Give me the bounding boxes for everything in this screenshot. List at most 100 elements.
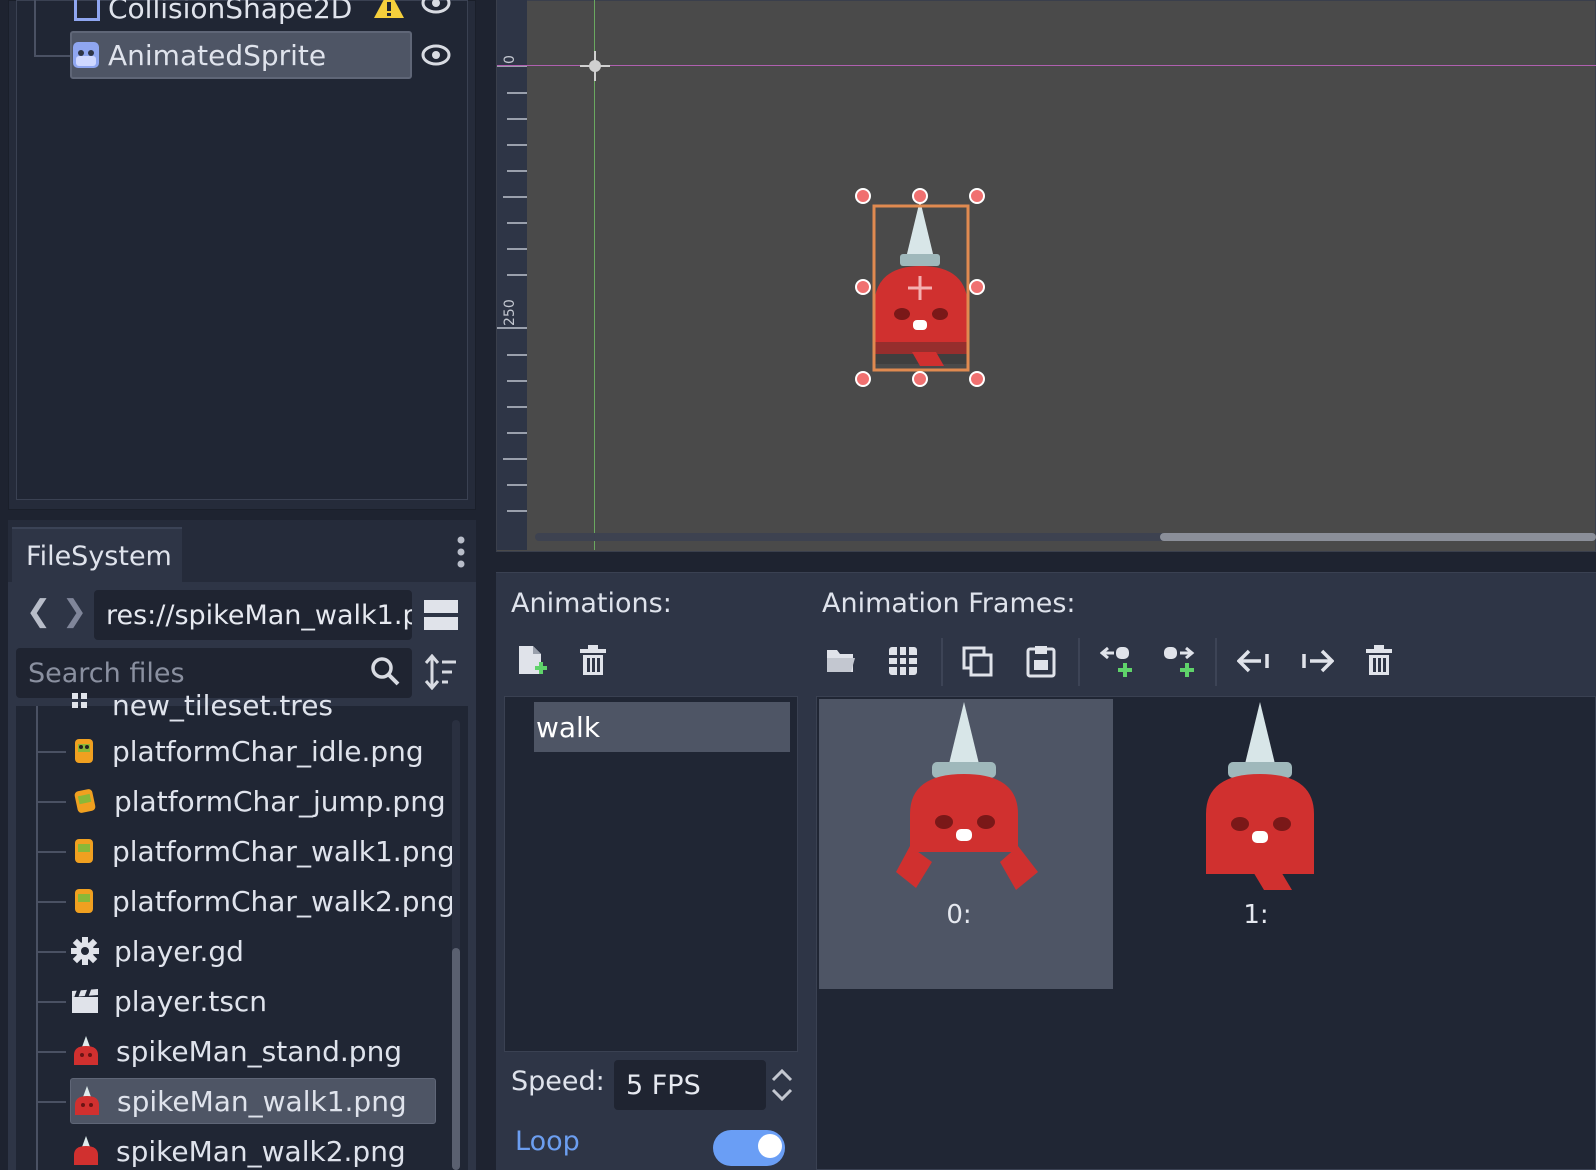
- file-label: spikeMan_walk2.png: [116, 1134, 406, 1168]
- tree-guide-line: [34, 0, 36, 56]
- frame-thumbnail-0: [896, 702, 1038, 890]
- list-item[interactable]: platformChar_walk2.png: [70, 878, 455, 924]
- file-label: platformChar_walk2.png: [112, 884, 455, 918]
- ruler-label: 250: [502, 299, 518, 326]
- insert-empty-after-icon[interactable]: [1162, 644, 1196, 678]
- ruler-tick: [507, 484, 527, 486]
- loop-label: Loop: [515, 1126, 580, 1157]
- file-label: player.gd: [114, 934, 244, 968]
- tileset-icon: [72, 693, 87, 708]
- file-label: platformChar_walk1.png: [112, 834, 455, 868]
- canvas-viewport[interactable]: [496, 0, 1596, 552]
- ruler-tick: [507, 248, 527, 250]
- image-icon: [75, 839, 93, 863]
- tree-guide-line: [36, 1001, 66, 1003]
- image-icon: [74, 789, 96, 813]
- ruler-label: 0: [502, 55, 518, 64]
- new-animation-icon[interactable]: [516, 644, 548, 678]
- tree-guide-line: [36, 951, 66, 953]
- viewport-scroll-thumb[interactable]: [1160, 533, 1596, 541]
- insert-empty-before-icon[interactable]: [1100, 644, 1134, 678]
- file-label: player.tscn: [114, 984, 268, 1018]
- ruler-tick: [507, 170, 527, 172]
- file-label: spikeMan_stand.png: [116, 1034, 403, 1068]
- copy-icon[interactable]: [962, 646, 994, 678]
- move-left-icon[interactable]: [1237, 648, 1271, 674]
- tree-guide-line: [36, 751, 66, 753]
- ruler-tick: [507, 406, 527, 408]
- sort-icon[interactable]: [424, 654, 456, 690]
- visibility-eye-icon[interactable]: [421, 44, 451, 66]
- frame-thumbnail-1: [1206, 702, 1314, 890]
- ruler-tick: [503, 196, 527, 198]
- toolbar-separator: [1078, 638, 1080, 686]
- ruler-tick: [503, 458, 527, 460]
- warning-icon[interactable]: [374, 0, 404, 18]
- ruler-tick: [507, 432, 527, 434]
- loop-toggle-knob[interactable]: [758, 1134, 782, 1158]
- ruler-tick: [507, 118, 527, 120]
- kebab-menu-icon[interactable]: [454, 534, 468, 570]
- sprite-sheet-grid-icon[interactable]: [888, 646, 918, 676]
- list-item[interactable]: platformChar_walk1.png: [70, 828, 455, 874]
- speed-label: Speed:: [511, 1066, 605, 1097]
- list-item[interactable]: spikeMan_stand.png: [70, 1028, 402, 1074]
- ruler-tick: [507, 144, 527, 146]
- tree-item-label: CollisionShape2D: [108, 0, 353, 25]
- list-item[interactable]: new_tileset.tres: [70, 682, 333, 728]
- animation-frames-label: Animation Frames:: [822, 588, 1076, 619]
- animations-label: Animations:: [511, 588, 672, 619]
- list-item[interactable]: platformChar_idle.png: [70, 728, 424, 774]
- ruler-tick: [507, 380, 527, 382]
- tree-item-collisionshape2d[interactable]: CollisionShape2D: [70, 0, 410, 32]
- list-item[interactable]: spikeMan_walk2.png: [70, 1128, 406, 1170]
- tree-guide-line: [36, 1101, 66, 1103]
- filesystem-scroll-thumb[interactable]: [452, 948, 460, 1170]
- ruler-tick: [507, 354, 527, 356]
- file-label: platformChar_idle.png: [112, 734, 424, 768]
- gear-icon: [71, 937, 99, 965]
- tree-item-animatedsprite[interactable]: AnimatedSprite: [70, 31, 412, 79]
- animation-item-walk[interactable]: walk: [534, 702, 790, 752]
- file-label: spikeMan_walk1.png: [117, 1084, 407, 1118]
- load-folder-icon[interactable]: [825, 646, 857, 676]
- tree-guide-line: [34, 55, 70, 57]
- ruler-tick: [497, 327, 527, 329]
- animated-sprite-canvas[interactable]: [852, 184, 990, 390]
- list-item[interactable]: platformChar_jump.png: [70, 778, 446, 824]
- visibility-eye-icon[interactable]: [421, 0, 451, 14]
- paste-icon[interactable]: [1025, 644, 1057, 678]
- y-axis-line: [594, 0, 595, 550]
- search-icon: [371, 657, 400, 686]
- path-field[interactable]: res://spikeMan_walk1.p: [94, 590, 412, 640]
- forward-arrow-icon[interactable]: ❯: [62, 594, 87, 629]
- speed-spinbox[interactable]: 5 FPS: [614, 1060, 766, 1110]
- collision-shape-icon: [74, 0, 100, 21]
- scene-clapper-icon: [72, 989, 98, 1013]
- ruler-tick: [507, 510, 527, 512]
- spikeman-icon: [74, 1136, 98, 1165]
- x-axis-line: [497, 65, 1596, 66]
- move-right-icon[interactable]: [1300, 648, 1334, 674]
- trash-icon[interactable]: [1364, 644, 1394, 678]
- animated-sprite-icon: [73, 42, 99, 68]
- frame-label: 1:: [1243, 900, 1269, 930]
- image-icon: [75, 889, 93, 913]
- frame-label: 0:: [946, 900, 972, 930]
- ruler-tick: [507, 274, 527, 276]
- toolbar-separator: [1215, 638, 1217, 686]
- back-arrow-icon[interactable]: ❮: [26, 594, 51, 629]
- list-item[interactable]: player.gd: [70, 928, 244, 974]
- ruler-tick: [507, 222, 527, 224]
- list-item[interactable]: spikeMan_walk1.png: [70, 1078, 436, 1124]
- origin-crosshair-icon: [580, 51, 610, 81]
- tree-guide-line: [36, 1051, 66, 1053]
- trash-icon[interactable]: [578, 644, 608, 678]
- list-item[interactable]: player.tscn: [70, 978, 267, 1024]
- file-label: platformChar_jump.png: [114, 784, 446, 818]
- tab-filesystem[interactable]: FileSystem: [12, 527, 182, 583]
- spin-arrows-icon[interactable]: [770, 1068, 794, 1102]
- ruler-tick: [507, 92, 527, 94]
- spikeman-icon: [74, 1036, 98, 1065]
- split-view-icon[interactable]: [424, 598, 458, 632]
